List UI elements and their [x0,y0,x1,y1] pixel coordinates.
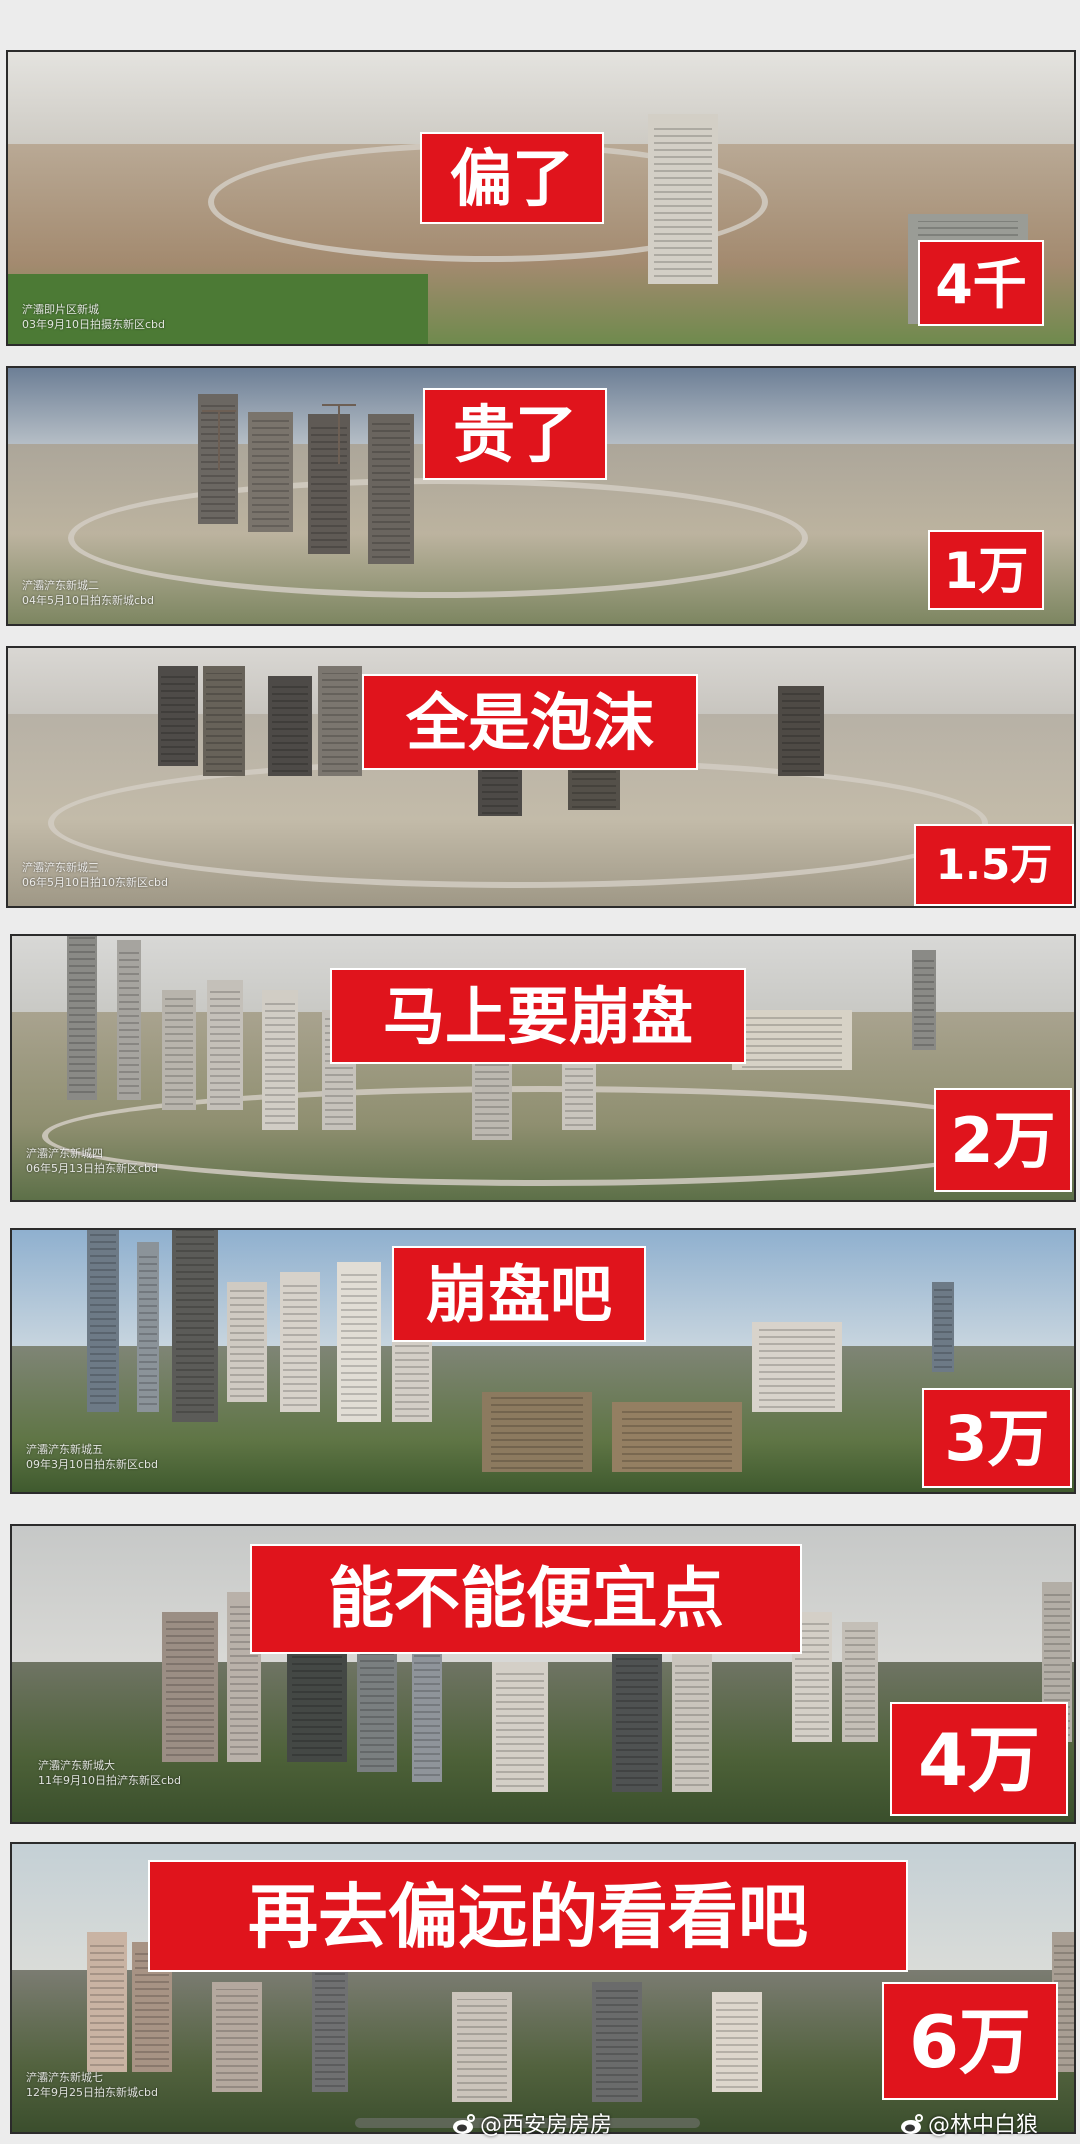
panel-price: 2万 [934,1088,1072,1192]
photo-panel-2: 贵了 1万 浐灞浐东新城二 04年5月10日拍东新城cbd [6,366,1076,626]
photo-stamp: 浐灞浐东新城四 06年5月13日拍东新区cbd [26,1147,159,1175]
panel-caption: 全是泡沫 [362,674,698,770]
panel-caption: 崩盘吧 [392,1246,646,1342]
crane [322,404,356,464]
photo-stamp: 浐灞浐东新城七 12年9月25日拍东新城cbd [26,2071,159,2099]
road-loop [68,478,808,598]
panel-caption: 贵了 [423,388,607,480]
photo-stamp: 浐灞浐东新城二 04年5月10日拍东新城cbd [22,579,155,607]
building [308,414,350,554]
building [268,676,312,776]
building [592,1982,642,2102]
building [158,666,198,766]
watermark-left: @西安房房房 [452,2112,612,2140]
panel-price: 3万 [922,1388,1072,1488]
photo-stamp: 浐灞浐东新城五 09年3月10日拍东新区cbd [26,1443,159,1471]
building [842,1622,878,1742]
building [452,1992,512,2102]
photo-panel-7: 再去偏远的看看吧 6万 浐灞浐东新城七 12年9月25日拍东新城cbd [10,1842,1076,2134]
building [162,1612,218,1762]
panel-caption: 能不能便宜点 [250,1544,802,1654]
building [87,1932,127,2072]
building [67,936,97,1100]
building [337,1262,381,1422]
watermark-left-text: @西安房房房 [480,2113,613,2138]
photo-stamp: 浐灞浐东新城大 11年9月10日拍浐东新区cbd [38,1759,182,1787]
panel-price: 4万 [890,1702,1068,1816]
building [492,1662,548,1792]
photo-panel-6: 能不能便宜点 4万 浐灞浐东新城大 11年9月10日拍浐东新区cbd [10,1524,1076,1824]
weibo-icon [901,2114,923,2134]
panel-price: 4千 [918,240,1044,326]
photo-panel-3: 全是泡沫 1.5万 浐灞浐东新城三 06年5月10日拍10东新区cbd [6,646,1076,908]
panel-caption: 马上要崩盘 [330,968,746,1064]
building [162,990,196,1110]
building [648,114,718,284]
watermark-right: @林中白狼 [900,2112,1038,2140]
crane [202,410,236,470]
panel-price: 6万 [882,1982,1058,2100]
building [172,1230,218,1422]
building [712,1992,762,2092]
building [262,990,298,1130]
building [368,414,414,564]
watermark-right-text: @林中白狼 [928,2113,1039,2138]
panel-caption: 再去偏远的看看吧 [148,1860,908,1972]
building [412,1632,442,1782]
building [248,412,293,532]
building [312,1962,348,2092]
building [482,1392,592,1472]
building [752,1322,842,1412]
photo-stamp: 浐灞浐东新城三 06年5月10日拍10东新区cbd [22,861,169,889]
building [357,1642,397,1772]
panel-caption: 偏了 [420,132,604,224]
building [672,1652,712,1792]
building [612,1642,662,1792]
building [912,950,936,1050]
building [612,1402,742,1472]
building [137,1242,159,1412]
weibo-icon [453,2114,475,2134]
building [117,940,141,1100]
photo-panel-5: 崩盘吧 3万 浐灞浐东新城五 09年3月10日拍东新区cbd [10,1228,1076,1494]
building [207,980,243,1110]
building [932,1282,954,1372]
building [212,1982,262,2092]
building [318,666,362,776]
building [227,1282,267,1402]
photo-stamp: 浐灞即片区新城 03年9月10日拍摄东新区cbd [22,303,166,331]
panel-price: 1.5万 [914,824,1074,906]
building [280,1272,320,1412]
building [732,1010,852,1070]
panel-price: 1万 [928,530,1044,610]
building [203,666,245,776]
building [87,1230,119,1412]
photo-panel-1: 偏了 4千 浐灞即片区新城 03年9月10日拍摄东新区cbd [6,50,1076,346]
photo-panel-4: 马上要崩盘 2万 浐灞浐东新城四 06年5月13日拍东新区cbd [10,934,1076,1202]
building [778,686,824,776]
meme-page: { "panels": [ {"caption": "偏了", "price":… [0,0,1080,2144]
